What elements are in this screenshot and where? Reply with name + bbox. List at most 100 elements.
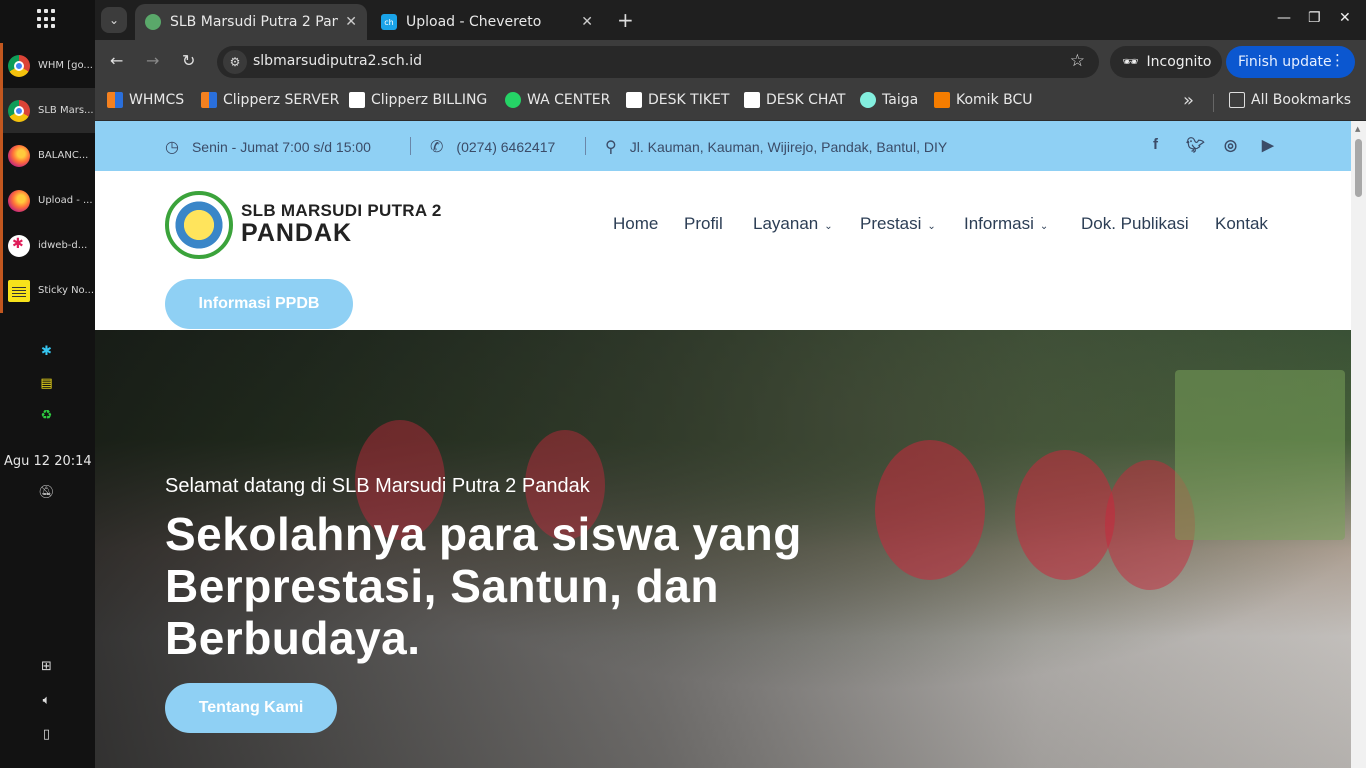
nav-informasi[interactable]: Informasi ⌄ — [964, 214, 1048, 234]
nav-label: Layanan — [753, 214, 819, 233]
logo-text-line2: PANDAK — [241, 219, 353, 247]
chevron-down-icon: ⌄ — [1039, 221, 1049, 232]
network-icon[interactable]: ⊞ — [38, 658, 55, 675]
nav-kontak[interactable]: Kontak — [1215, 214, 1268, 234]
bookmarks-divider — [1213, 94, 1214, 112]
divider — [585, 137, 586, 155]
volume-icon[interactable]: 🔈︎ — [38, 692, 55, 709]
chrome-icon — [8, 99, 30, 122]
slack-tray-icon[interactable]: ✱ — [38, 343, 55, 360]
school-emblem — [165, 191, 233, 259]
folder-icon — [1229, 92, 1245, 108]
nav-profil[interactable]: Profil — [684, 214, 723, 234]
incognito-indicator[interactable]: 🕶︎ Incognito — [1110, 46, 1222, 78]
hero-photo-wall — [1175, 370, 1345, 540]
phone-text: (0274) 6462417 — [456, 139, 556, 155]
close-tab-icon[interactable]: ✕ — [345, 14, 357, 30]
incognito-label: Incognito — [1146, 54, 1212, 70]
bookmark-taiga[interactable]: Taiga — [860, 92, 918, 108]
opening-hours: ◷ Senin - Jumat 7:00 s/d 15:00 — [165, 137, 371, 157]
taiga-icon — [860, 92, 876, 108]
chevron-down-icon: ⌄ — [927, 221, 936, 232]
bookmark-label: WHMCS — [129, 92, 185, 108]
address: ⚲ Jl. Kauman, Kauman, Wijirejo, Pandak, … — [605, 137, 947, 157]
menu-dots-icon[interactable]: ⋮ — [1330, 51, 1345, 69]
sticky-notes-tray-icon[interactable]: ▤ — [38, 375, 55, 392]
minimize-icon[interactable]: — — [1277, 10, 1291, 26]
scrollbar-thumb[interactable] — [1355, 139, 1362, 197]
scroll-up-icon[interactable]: ▲ — [1355, 125, 1360, 133]
twitter-icon[interactable]: 🐦︎ — [1186, 136, 1205, 154]
chevereto-favicon: ch — [381, 14, 397, 30]
app-grid-icon[interactable] — [37, 9, 57, 29]
nav-dok-publikasi[interactable]: Dok. Publikasi — [1081, 214, 1189, 234]
new-tab-button[interactable]: + — [617, 8, 634, 32]
instagram-icon[interactable]: ◎ — [1224, 136, 1237, 154]
facebook-icon[interactable]: f — [1153, 136, 1158, 153]
map-pin-icon: ⚲ — [605, 139, 617, 156]
clipperz-icon — [201, 92, 217, 108]
back-icon[interactable]: ← — [110, 51, 123, 70]
finish-update-button[interactable]: Finish update ⋮ — [1226, 46, 1355, 78]
bookmark-star-icon[interactable]: ☆ — [1070, 51, 1085, 71]
sticky-notes-icon — [8, 279, 30, 302]
site-info-icon[interactable]: ⚙ — [223, 50, 247, 74]
bookmark-label: Clipperz BILLING — [371, 92, 488, 108]
ppdb-info-button[interactable]: Informasi PPDB — [165, 279, 353, 329]
about-us-button[interactable]: Tentang Kami — [165, 683, 337, 733]
taskbar-item-balance[interactable]: BALANC... — [0, 133, 95, 178]
chrome-icon — [8, 54, 30, 77]
site-header: SLB MARSUDI PUTRA 2 PANDAK Home Profil L… — [95, 171, 1351, 330]
bookmark-clipperz-server[interactable]: Clipperz SERVER — [201, 92, 339, 108]
nav-prestasi[interactable]: Prestasi ⌄ — [860, 214, 936, 234]
notifications-off-icon[interactable]: 🔕︎ — [38, 484, 55, 501]
bookmarks-overflow-icon[interactable]: » — [1183, 90, 1194, 111]
forward-icon[interactable]: → — [146, 51, 159, 70]
finish-update-label: Finish update — [1238, 54, 1332, 70]
taskbar-item-idweb[interactable]: idweb-d... — [0, 223, 95, 268]
bookmark-komik-bcu[interactable]: Komik BCU — [934, 92, 1033, 108]
screen: WHM [go... SLB Mars... BALANC... Upload … — [0, 0, 1366, 768]
bookmark-desk-tiket[interactable]: DESK TIKET — [626, 92, 729, 108]
taskbar-item-whm[interactable]: WHM [go... — [0, 43, 95, 88]
recycle-tray-icon[interactable]: ♻ — [38, 407, 55, 424]
taskbar-item-label: WHM [go... — [38, 60, 93, 71]
bookmark-whmcs[interactable]: WHMCS — [107, 92, 184, 108]
billing-icon — [349, 92, 365, 108]
taskbar-item-sticky[interactable]: Sticky No... — [0, 268, 95, 313]
taskbar-item-upload[interactable]: Upload - ... — [0, 178, 95, 223]
bookmark-desk-chat[interactable]: DESK CHAT — [744, 92, 846, 108]
close-tab-icon[interactable]: ✕ — [581, 14, 593, 30]
tab-bar: ⌄ SLB Marsudi Putra 2 Pan ✕ ch Upload - … — [95, 0, 1366, 40]
nav-home[interactable]: Home — [613, 214, 658, 234]
nav-layanan[interactable]: Layanan ⌄ — [753, 214, 833, 234]
clock[interactable]: Agu 12 20:14 — [4, 454, 92, 469]
bookmark-clipperz-billing[interactable]: Clipperz BILLING — [349, 92, 487, 108]
bookmarks-bar: WHMCS Clipperz SERVER Clipperz BILLING W… — [95, 84, 1366, 121]
taskbar-item-slb[interactable]: SLB Mars... — [0, 88, 95, 133]
whatsapp-icon — [505, 92, 521, 108]
tab-slb[interactable]: SLB Marsudi Putra 2 Pan ✕ — [135, 4, 367, 40]
all-bookmarks-button[interactable]: All Bookmarks — [1229, 92, 1351, 108]
battery-icon[interactable]: ▯ — [38, 726, 55, 743]
tab-upload[interactable]: ch Upload - Chevereto ✕ — [371, 4, 603, 40]
close-window-icon[interactable]: ✕ — [1339, 10, 1351, 26]
url-text[interactable]: slbmarsudiputra2.sch.id — [253, 53, 422, 69]
hero-section: Selamat datang di SLB Marsudi Putra 2 Pa… — [95, 330, 1351, 768]
hero-welcome-text: Selamat datang di SLB Marsudi Putra 2 Pa… — [165, 475, 590, 497]
reload-icon[interactable]: ↻ — [182, 51, 195, 70]
divider — [410, 137, 411, 155]
firefox-icon — [8, 144, 30, 167]
taskbar-item-label: Sticky No... — [38, 285, 94, 296]
maximize-icon[interactable]: ❐ — [1308, 10, 1321, 26]
phone[interactable]: ✆ (0274) 6462417 — [430, 137, 555, 157]
slack-icon — [8, 234, 30, 257]
youtube-icon[interactable]: ▶ — [1262, 136, 1274, 154]
os-dock: WHM [go... SLB Mars... BALANC... Upload … — [0, 0, 95, 768]
bookmark-wa-center[interactable]: WA CENTER — [505, 92, 610, 108]
tab-search-button[interactable]: ⌄ — [101, 7, 127, 33]
site-logo[interactable]: SLB MARSUDI PUTRA 2 PANDAK — [165, 189, 441, 261]
page-scrollbar[interactable]: ▲ — [1351, 121, 1366, 768]
desk-icon — [744, 92, 760, 108]
address-bar[interactable]: ⚙ slbmarsudiputra2.sch.id ☆ — [217, 46, 1099, 78]
